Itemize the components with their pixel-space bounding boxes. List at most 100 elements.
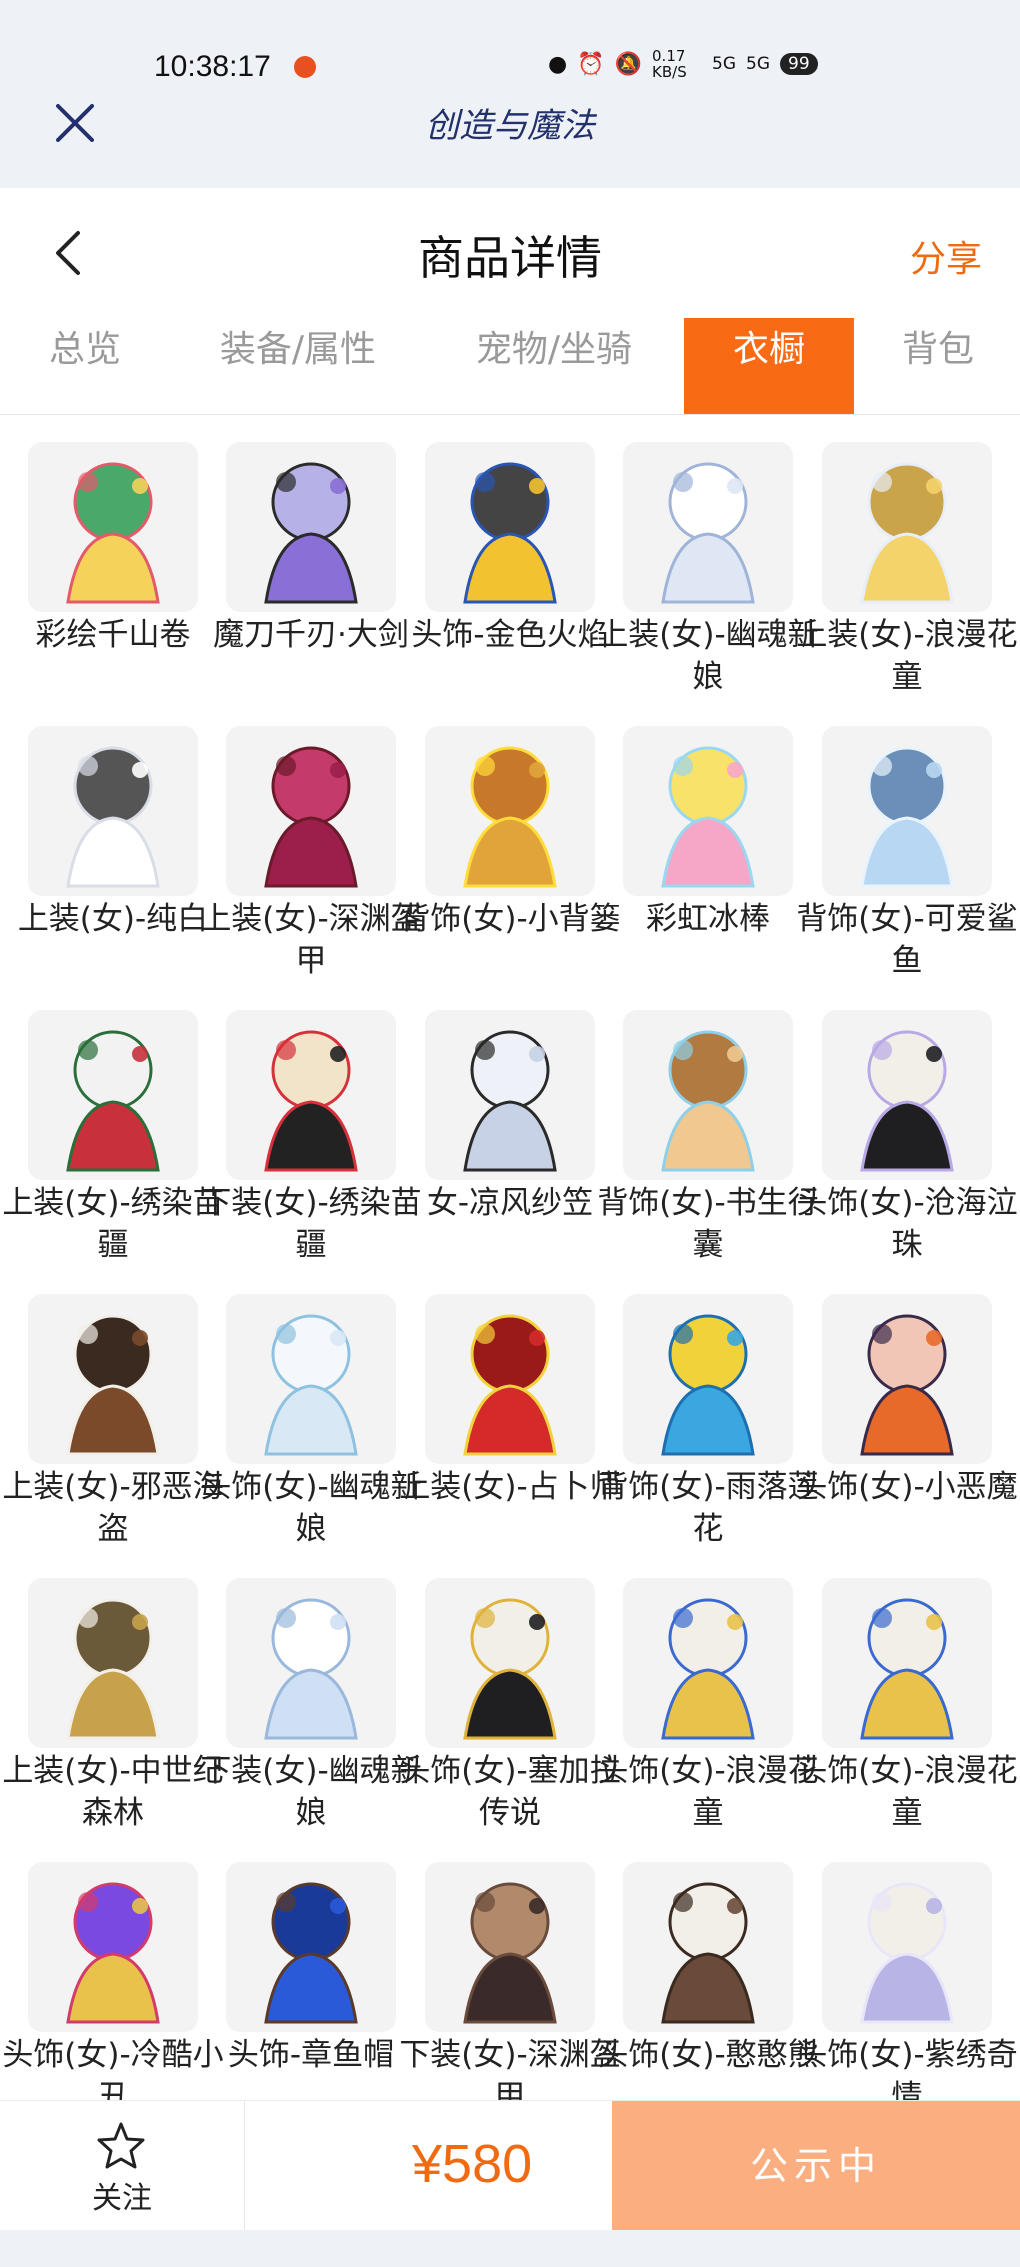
wardrobe-item-name: 彩绘千山卷 xyxy=(35,617,191,653)
wardrobe-item[interactable]: 头饰(女)-塞加拉传说 xyxy=(397,1550,621,1831)
romantic-flower-head-icon xyxy=(822,1578,992,1748)
signal-icon: 5G xyxy=(746,54,771,74)
wardrobe-item-name: 背饰(女)-小背篓 xyxy=(399,901,621,937)
bear-ears-head-icon xyxy=(623,1862,793,2032)
segara-headdress-icon xyxy=(425,1578,595,1748)
price: ¥580 xyxy=(412,2134,533,2194)
wardrobe-item-name: 背饰(女)-书生行囊 xyxy=(597,1185,819,1263)
signal-icon: 5G xyxy=(712,54,737,74)
battery-icon: 99 xyxy=(780,53,818,75)
wardrobe-item-name: 头饰(女)-浪漫花童 xyxy=(597,1753,819,1831)
purple-hair-head-icon xyxy=(822,1862,992,2032)
wardrobe-item-name: 上装(女)-邪恶海盗 xyxy=(2,1469,224,1547)
wardrobe-item[interactable]: 彩虹冰棒 xyxy=(595,698,793,968)
yellow-cap-headphones-icon xyxy=(425,442,595,612)
wardrobe-item[interactable]: 头饰(女)-浪漫花童 xyxy=(595,1550,819,1831)
page-title: 商品详情 xyxy=(418,231,602,285)
network-speed: 0.17 KB/S xyxy=(652,47,687,81)
wardrobe-item-name: 头饰(女)-紫绣奇情 xyxy=(796,2037,1018,2100)
wardrobe-item[interactable]: 头饰(女)-紫绣奇情 xyxy=(794,1834,1018,2100)
wardrobe-item-name: 下装(女)-深渊盔甲 xyxy=(399,2037,621,2100)
wardrobe-item[interactable]: 头饰-金色火焰 xyxy=(397,414,609,684)
rainbow-popsicle-icon xyxy=(623,726,793,896)
wardrobe-item-name: 彩虹冰棒 xyxy=(646,901,770,937)
flower-basket-icon xyxy=(425,726,595,896)
tab-overview[interactable]: 总览 xyxy=(22,318,148,414)
lotus-umbrella-icon xyxy=(623,1294,793,1464)
wardrobe-item-name: 上装(女)-绣染苗疆 xyxy=(2,1185,224,1263)
cute-shark-icon xyxy=(822,726,992,896)
wardrobe-item-name: 头饰(女)-幽魂新娘 xyxy=(200,1469,422,1547)
wardrobe-item[interactable]: 头饰-章鱼帽 xyxy=(198,1834,396,2100)
wardrobe-grid: 彩绘千山卷 魔刀千刃·大剑 头饰-金色火焰 上装(女)-幽魂新娘 上装(女)-浪漫花童上… xyxy=(0,414,1020,2100)
tab-bar: 总览 装备/属性 宠物/坐骑 衣橱 背包 xyxy=(0,318,1020,415)
tab-wardrobe[interactable]: 衣橱 xyxy=(684,318,854,414)
romantic-flower-dress-icon xyxy=(822,442,992,612)
katana-icon xyxy=(226,442,396,612)
wardrobe-item[interactable]: 下装(女)-深渊盔甲 xyxy=(397,1834,621,2100)
wardrobe-item[interactable]: 上装(女)-占卜师 xyxy=(397,1266,621,1536)
mute-icon: 🔕 xyxy=(614,51,643,77)
wardrobe-item-name: 背饰(女)-雨落莲花 xyxy=(597,1469,819,1547)
follow-button[interactable]: 关注 xyxy=(0,2101,244,2231)
wardrobe-item-name: 头饰(女)-小恶魔 xyxy=(796,1469,1018,1505)
wardrobe-item[interactable]: 魔刀千刃·大剑 xyxy=(198,414,409,684)
wardrobe-item[interactable]: 下装(女)-幽魂新娘 xyxy=(198,1550,422,1831)
star-icon xyxy=(97,2122,145,2169)
wardrobe-item[interactable]: 上装(女)-浪漫花童 xyxy=(794,414,1018,695)
wardrobe-item[interactable]: 彩绘千山卷 xyxy=(0,414,198,684)
wardrobe-item-name: 上装(女)-浪漫花童 xyxy=(796,617,1018,695)
abyss-boots-icon xyxy=(425,1862,595,2032)
wardrobe-item-name: 上装(女)-深渊盔甲 xyxy=(200,901,422,979)
bottom-bar: 关注 ¥580 公示中 xyxy=(0,2100,1020,2231)
wardrobe-item[interactable]: 下装(女)-绣染苗疆 xyxy=(198,982,422,1263)
wardrobe-item[interactable]: 上装(女)-邪恶海盗 xyxy=(0,1266,224,1547)
wardrobe-item-name: 上装(女)-中世纪森林 xyxy=(2,1753,224,1831)
wardrobe-item[interactable]: 上装(女)-深渊盔甲 xyxy=(198,698,422,979)
little-devil-head-icon xyxy=(822,1294,992,1464)
wardrobe-item[interactable]: 头饰(女)-沧海泣珠 xyxy=(794,982,1018,1263)
wardrobe-item[interactable]: 背饰(女)-小背篓 xyxy=(397,698,621,968)
wardrobe-item-name: 上装(女)-占卜师 xyxy=(399,1469,621,1505)
ghost-bride-head-icon xyxy=(226,1294,396,1464)
follow-label: 关注 xyxy=(92,2181,152,2216)
romantic-flower-head-icon xyxy=(623,1578,793,1748)
wardrobe-item[interactable]: 背饰(女)-可爱鲨鱼 xyxy=(794,698,1018,979)
wardrobe-item[interactable]: 女-凉风纱笠 xyxy=(397,982,595,1252)
white-dress-icon xyxy=(28,726,198,896)
wardrobe-item[interactable]: 背饰(女)-雨落莲花 xyxy=(595,1266,819,1547)
scholar-backpack-icon xyxy=(623,1010,793,1180)
wardrobe-item-name: 女-凉风纱笠 xyxy=(426,1185,594,1221)
embroidered-top-icon xyxy=(28,1010,198,1180)
wardrobe-item-name: 头饰(女)-憨憨熊 xyxy=(597,2037,819,2073)
tab-pets[interactable]: 宠物/坐骑 xyxy=(456,318,652,414)
wardrobe-item-name: 头饰-金色火焰 xyxy=(411,617,609,653)
wardrobe-item-name: 头饰(女)-沧海泣珠 xyxy=(796,1185,1018,1263)
wardrobe-item-name: 下装(女)-绣染苗疆 xyxy=(200,1185,422,1263)
wardrobe-item[interactable]: 头饰(女)-小恶魔 xyxy=(794,1266,1018,1536)
status-bar: 10:38:17 ● ⏰ 🔕 0.17 KB/S 5G 5G 99 创造与魔法 xyxy=(0,0,1020,188)
publicity-status-button[interactable]: 公示中 xyxy=(612,2101,1020,2231)
wardrobe-item[interactable]: 上装(女)-纯白 xyxy=(0,698,208,968)
divider xyxy=(244,2101,245,2231)
tab-backpack[interactable]: 背包 xyxy=(880,318,996,414)
wardrobe-item[interactable]: 头饰(女)-浪漫花童 xyxy=(794,1550,1018,1831)
tab-equipment[interactable]: 装备/属性 xyxy=(200,318,396,414)
wardrobe-item[interactable]: 上装(女)-绣染苗疆 xyxy=(0,982,224,1263)
wardrobe-item[interactable]: 头饰(女)-幽魂新娘 xyxy=(198,1266,422,1547)
share-button[interactable]: 分享 xyxy=(910,230,982,282)
wardrobe-item-name: 头饰(女)-冷酷小丑 xyxy=(2,2037,224,2100)
wardrobe-item[interactable]: 头饰(女)-憨憨熊 xyxy=(595,1834,819,2100)
pirate-outfit-icon xyxy=(28,1294,198,1464)
wardrobe-item[interactable]: 上装(女)-中世纪森林 xyxy=(0,1550,224,1831)
painted-scroll-icon xyxy=(28,442,198,612)
wardrobe-item-name: 上装(女)-幽魂新娘 xyxy=(597,617,819,695)
wardrobe-item[interactable]: 背饰(女)-书生行囊 xyxy=(595,982,819,1263)
black-hair-headdress-icon xyxy=(822,1010,992,1180)
wardrobe-item-name: 下装(女)-幽魂新娘 xyxy=(200,1753,422,1831)
wardrobe-item[interactable]: 上装(女)-幽魂新娘 xyxy=(595,414,819,695)
wardrobe-item-name: 魔刀千刃·大剑 xyxy=(213,617,409,653)
wardrobe-item-name: 上装(女)-纯白 xyxy=(17,901,209,937)
status-time: 10:38:17 xyxy=(154,50,271,83)
wardrobe-item[interactable]: 头饰(女)-冷酷小丑 xyxy=(0,1834,224,2100)
